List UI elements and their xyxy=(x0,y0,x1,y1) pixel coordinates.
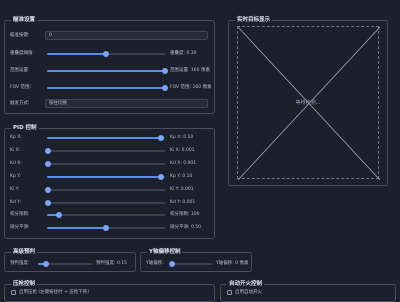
fov-value: 范围设置: 160 像素 xyxy=(170,68,210,73)
aim-key-input[interactable]: 0 xyxy=(45,31,208,40)
pid-slider[interactable] xyxy=(45,147,165,154)
pid-label: Ki X: xyxy=(10,147,21,153)
fov-display-label: FOV 范围: xyxy=(10,85,32,90)
pid-slider[interactable] xyxy=(47,135,165,141)
pid-value: Kp X: 0.10 xyxy=(170,135,194,140)
pid-slider-handle[interactable] xyxy=(55,212,62,219)
overlap-label: 重叠度阈值: xyxy=(10,51,35,56)
pid-label: Kd Y: xyxy=(10,199,21,205)
trigger-mode-select[interactable]: 按住切换 xyxy=(45,99,208,108)
pid-label: Kd X: xyxy=(10,160,22,166)
pid-slider-handle[interactable] xyxy=(45,186,52,193)
overlap-slider[interactable] xyxy=(47,51,165,57)
recoil-checkbox[interactable] xyxy=(11,290,16,295)
auto-fire-checkbox-label: 启用自动开火 xyxy=(235,290,262,295)
pid-value: Ki Y: 0.001 xyxy=(170,186,194,192)
pid-slider-handle[interactable] xyxy=(103,225,109,232)
pid-slider[interactable] xyxy=(45,199,165,206)
auto-fire-group: 自动开火控制 启用自动开火 xyxy=(220,280,396,302)
pid-slider[interactable] xyxy=(47,225,165,232)
y-offset-group: Y轴偏移控制 Y轴偏移: Y轴偏移: 0 像素 xyxy=(140,248,252,272)
y-offset-title: Y轴偏移控制 xyxy=(147,248,183,256)
pid-slider-handle[interactable] xyxy=(158,173,165,180)
pid-slider[interactable] xyxy=(47,212,165,219)
pid-row: Kd Y: Kd Y: 0.001 xyxy=(5,198,214,207)
auto-fire-title: 自动开火控制 xyxy=(227,280,265,288)
pid-row: Ki Y: Ki Y: 0.001 xyxy=(5,185,214,194)
pid-row: Ki X: Ki X: 0.001 xyxy=(5,146,214,155)
trigger-mode-label: 触发方式: xyxy=(10,101,30,106)
pid-value: Ki X: 0.001 xyxy=(170,147,195,153)
y-offset-value: Y轴偏移: 0 像素 xyxy=(216,261,249,266)
pid-slider-handle[interactable] xyxy=(45,199,52,206)
pid-label: 积分限制: xyxy=(10,212,30,218)
y-offset-slider[interactable] xyxy=(168,261,213,267)
pid-label: 微分平滑: xyxy=(10,225,30,231)
pid-slider-handle[interactable] xyxy=(158,135,165,141)
overlap-value: 重叠度: 0.30 xyxy=(170,51,197,56)
fov-display-slider[interactable] xyxy=(47,85,168,91)
aim-settings-title: 瞄准设置 xyxy=(11,16,38,24)
pid-value: Kd X: 0.001 xyxy=(170,160,197,166)
fov-slider[interactable] xyxy=(47,68,168,74)
y-offset-label: Y轴偏移: xyxy=(146,261,164,266)
pid-title: PID 控制 xyxy=(11,124,39,132)
pid-slider[interactable] xyxy=(45,160,165,167)
prediction-group: 高级预判 预判强度: 预判强度: 0.15 xyxy=(4,248,136,272)
target-preview-canvas: 等待检测... xyxy=(237,26,380,180)
y-offset-slider-handle[interactable] xyxy=(168,261,175,267)
prediction-title: 高级预判 xyxy=(11,248,38,256)
pid-row: Kp X: Kp X: 0.10 xyxy=(5,133,214,142)
pid-row: 微分平滑: 微分平滑: 0.50 xyxy=(5,223,214,232)
pid-row: Kp Y: Kp Y: 0.10 xyxy=(5,172,214,181)
prediction-label: 预判强度: xyxy=(10,261,30,266)
pid-value: Kp Y: 0.10 xyxy=(170,173,193,179)
fov-display-slider-handle[interactable] xyxy=(162,85,168,91)
pid-value: 微分平滑: 0.50 xyxy=(170,225,201,231)
pid-label: Kp Y: xyxy=(10,173,21,179)
pid-group: PID 控制 Kp X: Kp X: 0.10 Ki X: Ki X: 0.001 Kd… xyxy=(4,124,215,239)
prediction-slider[interactable] xyxy=(38,261,93,267)
recoil-group: 压枪控制 启用压枪 (左键按住时 + 压枪下移) xyxy=(4,280,215,302)
fov-display-value: FOV 范围: 160 像素 xyxy=(170,85,212,90)
recoil-checkbox-label: 启用压枪 (左键按住时 + 压枪下移) xyxy=(19,290,90,295)
preview-placeholder: 等待检测... xyxy=(295,100,321,106)
pid-label: Ki Y: xyxy=(10,186,20,192)
prediction-slider-handle[interactable] xyxy=(43,261,50,267)
pid-slider-handle[interactable] xyxy=(45,160,52,167)
pid-label: Kp X: xyxy=(10,135,22,140)
recoil-title: 压枪控制 xyxy=(11,280,38,288)
prediction-value: 预判强度: 0.15 xyxy=(96,261,127,266)
auto-fire-checkbox[interactable] xyxy=(227,290,232,295)
pid-slider[interactable] xyxy=(47,173,165,180)
live-target-title: 实时目标显示 xyxy=(235,16,273,24)
pid-row: Kd X: Kd X: 0.001 xyxy=(5,159,214,168)
overlap-slider-handle[interactable] xyxy=(103,51,109,57)
aim-key-label: 瞄准按键: xyxy=(10,33,30,38)
pid-slider[interactable] xyxy=(45,186,165,193)
pid-value: Kd Y: 0.001 xyxy=(170,199,196,205)
pid-value: 积分限制: 100 xyxy=(170,212,200,218)
aim-settings-group: 瞄准设置 瞄准按键: 0 重叠度阈值: 重叠度: 0.30 范围设置: 范围设置… xyxy=(4,16,215,114)
fov-label: 范围设置: xyxy=(10,68,30,73)
pid-slider-handle[interactable] xyxy=(45,147,52,154)
fov-slider-handle[interactable] xyxy=(162,68,168,74)
pid-row: 积分限制: 积分限制: 100 xyxy=(5,210,214,219)
